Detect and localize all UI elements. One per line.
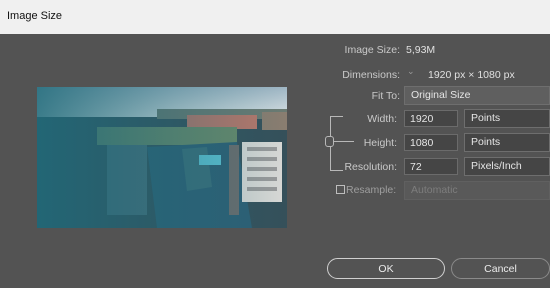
cancel-button[interactable]: Cancel: [451, 258, 550, 279]
resolution-unit-value: Pixels/Inch: [471, 160, 522, 172]
resample-value: Automatic: [411, 184, 458, 196]
resolution-input[interactable]: 72: [404, 158, 458, 175]
height-label: Height:: [363, 137, 397, 149]
window-title: Image Size: [7, 10, 63, 22]
ok-button[interactable]: OK: [327, 258, 445, 279]
resolution-label: Resolution:: [344, 161, 397, 173]
height-unit-value: Points: [471, 136, 501, 148]
resample-select[interactable]: Automatic: [404, 181, 550, 200]
harbor-photo: [37, 87, 287, 228]
resample-checkbox[interactable]: [336, 185, 345, 194]
width-label: Width:: [367, 113, 397, 125]
width-unit-select[interactable]: Points: [464, 109, 550, 128]
height-unit-select[interactable]: Points: [464, 133, 550, 152]
width-unit-value: Points: [471, 112, 501, 124]
fit-to-value: Original Size: [411, 89, 471, 101]
image-preview[interactable]: [37, 87, 287, 228]
image-size-label: Image Size:: [344, 44, 400, 56]
image-size-value: 5,93M: [406, 44, 436, 56]
resample-label: Resample:: [346, 184, 397, 196]
dimensions-value: 1920 px × 1080 px: [428, 69, 515, 81]
chevron-down-icon[interactable]: ⌄: [407, 66, 415, 77]
fit-to-label: Fit To:: [371, 90, 400, 102]
fit-to-select[interactable]: Original Size: [404, 86, 550, 105]
height-input[interactable]: 1080: [404, 134, 458, 151]
link-icon[interactable]: [325, 136, 334, 147]
dimensions-label: Dimensions:: [342, 69, 400, 81]
title-bar: Image Size: [0, 0, 550, 34]
width-input[interactable]: 1920: [404, 110, 458, 127]
resolution-unit-select[interactable]: Pixels/Inch: [464, 157, 550, 176]
